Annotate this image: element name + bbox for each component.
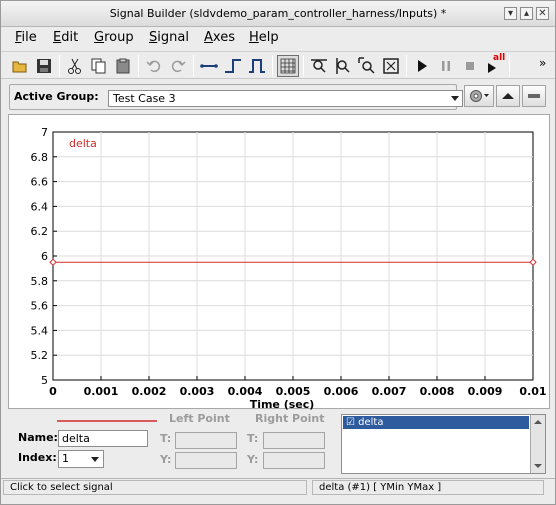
toolbar-overflow-icon[interactable]: » [539,56,546,70]
active-group-dropdown[interactable]: Test Case 3 [108,90,463,107]
left-t-label: T: [160,432,172,445]
play-icon[interactable] [411,55,433,77]
pulse-signal-icon[interactable] [246,55,268,77]
signal-properties: Left Point Right Point Name: delta T: T:… [1,411,555,477]
menu-file[interactable]: File [15,30,37,45]
group-settings-button[interactable] [464,85,494,107]
y-tick-label: 5.4 [31,324,49,337]
index-value: 1 [62,452,69,465]
menu-group[interactable]: Group [94,30,134,45]
right-y-label: Y: [247,453,259,466]
index-dropdown[interactable]: 1 [58,450,104,468]
constant-signal-icon[interactable] [198,55,220,77]
status-signal-info: delta (#1) [ YMin YMax ] [312,480,544,495]
x-tick-label: 0.008 [420,385,455,398]
name-field[interactable]: delta [58,430,148,447]
x-tick-label: 0 [49,385,57,398]
active-group-value: Test Case 3 [113,92,176,105]
maximize-button[interactable]: ▴ [520,7,533,20]
chevron-down-icon [91,457,99,462]
signal-line-preview [57,420,157,422]
menu-axes[interactable]: Axes [204,30,235,45]
menu-edit[interactable]: Edit [53,30,78,45]
fit-icon[interactable] [380,55,402,77]
title-bar[interactable]: Signal Builder (sldvdemo_param_controlle… [1,1,555,27]
pause-icon[interactable] [435,55,457,77]
x-tick-label: 0.007 [372,385,407,398]
name-label: Name: [18,431,58,444]
y-tick-label: 7 [41,126,48,139]
y-tick-label: 6.4 [31,200,49,213]
step-signal-icon[interactable] [222,55,244,77]
menu-signal[interactable]: Signal [149,30,189,45]
x-tick-label: 0.005 [276,385,311,398]
signal-list-scrollbar[interactable] [530,415,545,473]
y-tick-label: 5.2 [31,349,49,362]
y-tick-label: 5.6 [31,300,49,313]
y-tick-label: 6 [41,250,48,263]
active-group-box: Active Group: Test Case 3 [9,84,463,110]
group-bar: Active Group: Test Case 3 [1,82,555,112]
undo-icon[interactable] [143,55,165,77]
x-tick-label: 0.009 [468,385,503,398]
minimize-button[interactable]: ▾ [504,7,517,20]
window-title: Signal Builder (sldvdemo_param_controlle… [109,7,447,20]
left-point-label: Left Point [169,412,230,425]
cut-icon[interactable] [64,55,86,77]
y-tick-label: 6.6 [31,176,49,189]
x-axis-label: Time (sec) [250,398,315,410]
gear-icon [470,90,489,102]
signal-builder-window: Signal Builder (sldvdemo_param_controlle… [0,0,556,505]
left-y-label: Y: [160,453,172,466]
menu-help[interactable]: Help [249,30,279,45]
x-tick-label: 0.003 [180,385,215,398]
paste-icon[interactable] [112,55,134,77]
right-t-field[interactable] [263,432,325,449]
signal-label[interactable]: delta [69,137,97,150]
signal-plot[interactable]: 5 5.2 5.4 5.6 5.8 6 6.2 6.4 6.6 6.8 7 0 0.001 0.002 0… [8,114,551,410]
play-all-label: all [493,53,506,63]
right-point-label: Right Point [255,412,325,425]
x-tick-label: 0.006 [324,385,359,398]
zoom-y-icon[interactable] [332,55,354,77]
x-tick-label: 0.004 [228,385,263,398]
stop-icon[interactable] [459,55,481,77]
hide-button[interactable] [522,85,546,107]
x-tick-label: 0.002 [132,385,167,398]
chevron-down-icon [451,96,459,101]
left-y-field[interactable] [175,452,237,469]
x-tick-label: 0.01 [519,385,546,398]
status-message: Click to select signal [3,480,307,495]
y-tick-label: 6.2 [31,225,49,238]
close-button[interactable]: ✕ [536,7,549,20]
signal-axes[interactable]: 5 5.2 5.4 5.6 5.8 6 6.2 6.4 6.6 6.8 7 0 0.001 0.002 0… [9,115,551,410]
move-up-button[interactable] [496,85,520,107]
toolbar: all » [1,51,555,79]
zoom-x-icon[interactable] [308,55,330,77]
left-t-field[interactable] [175,432,237,449]
index-label: Index: [18,451,57,464]
grid-icon[interactable] [277,55,299,77]
redo-icon[interactable] [167,55,189,77]
y-tick-label: 6.8 [31,151,49,164]
menu-bar: File Edit Group Signal Axes Help [1,27,555,49]
y-tick-label: 5.8 [31,275,49,288]
active-group-label: Active Group: [14,90,99,103]
zoom-xy-icon[interactable] [356,55,378,77]
y-tick-label: 5 [41,374,48,387]
minimize-panel-icon [528,94,540,98]
copy-icon[interactable] [88,55,110,77]
save-icon[interactable] [33,55,55,77]
signal-list[interactable]: ☑ delta [341,414,546,474]
right-y-field[interactable] [263,452,325,469]
arrow-up-icon [502,93,514,99]
signal-list-item[interactable]: ☑ delta [343,416,529,429]
open-icon[interactable] [9,55,31,77]
right-t-label: T: [247,432,259,445]
play-all-icon[interactable]: all [483,53,506,77]
x-tick-label: 0.001 [84,385,119,398]
status-bar: Click to select signal delta (#1) [ YMin… [1,478,555,496]
